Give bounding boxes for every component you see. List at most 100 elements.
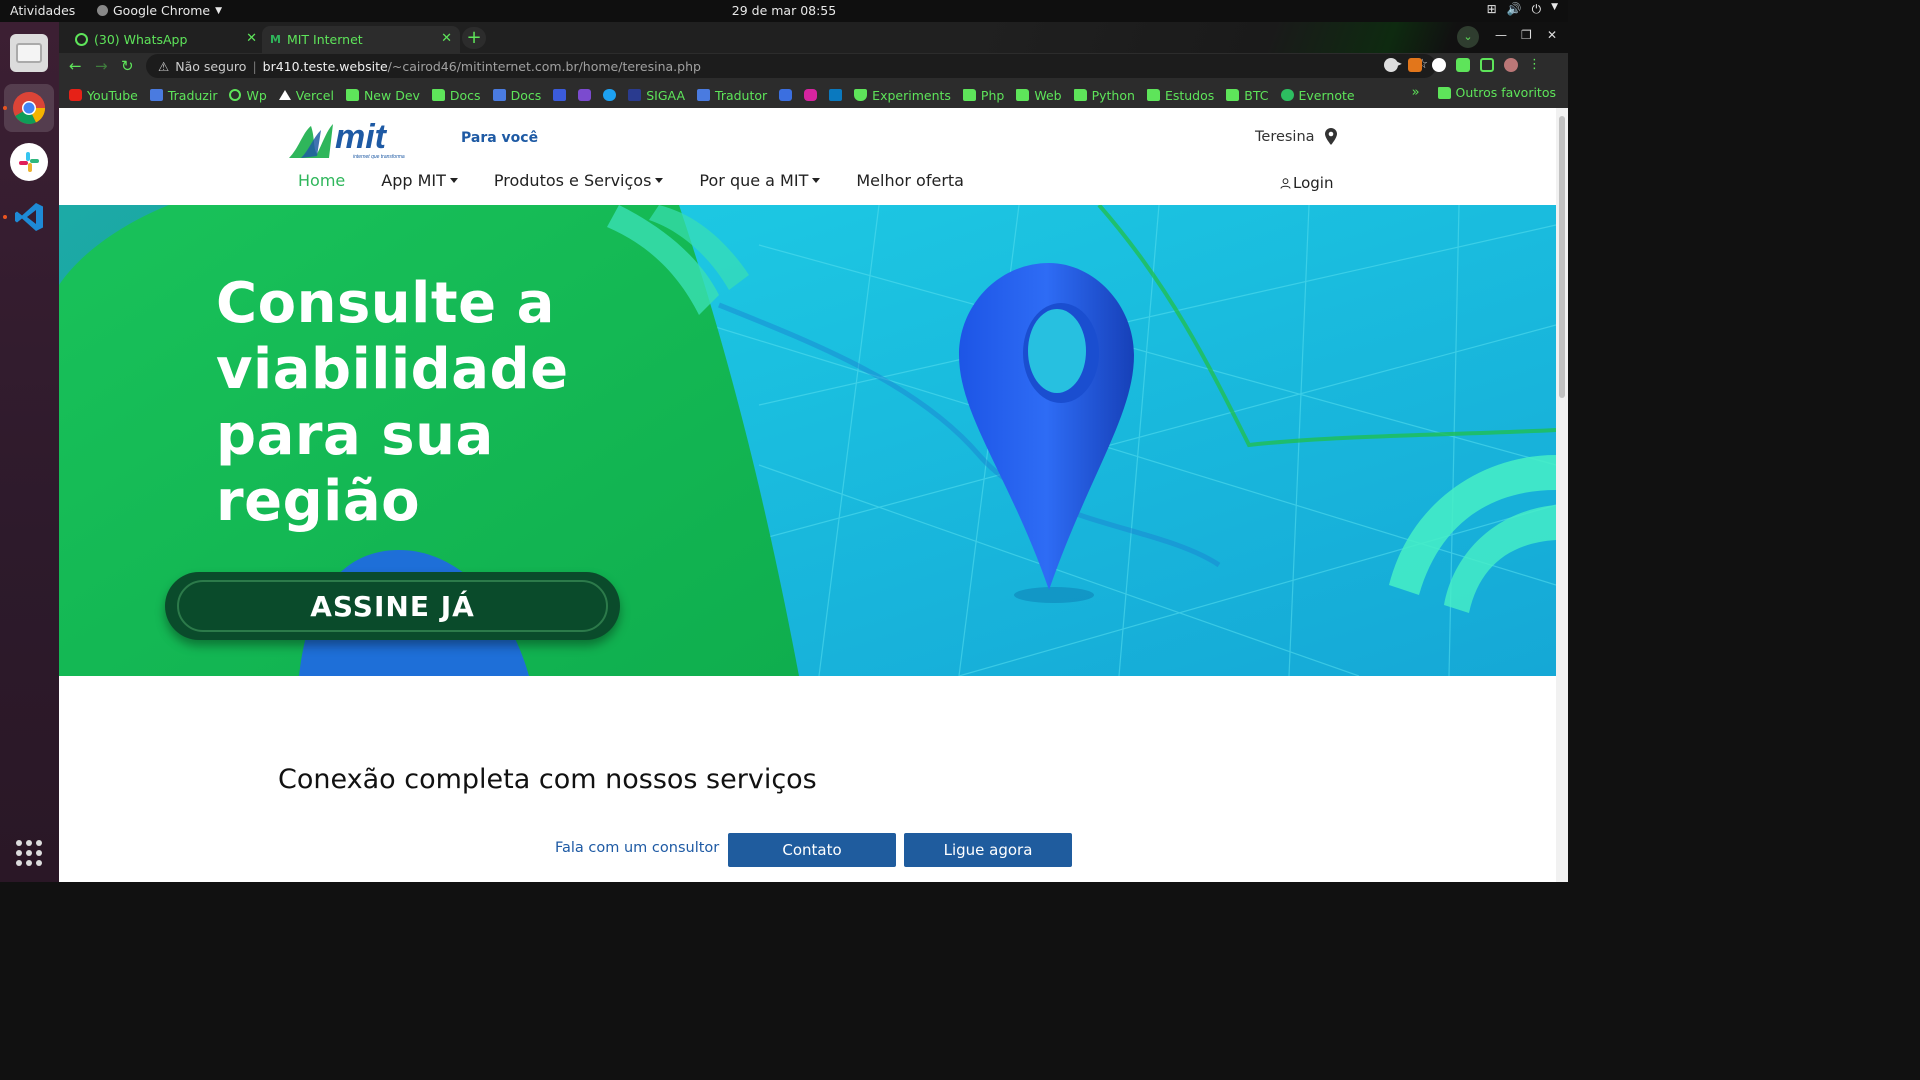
experiments-icon xyxy=(854,89,868,101)
address-bar[interactable]: ⚠ Não seguro | br410.teste.website/~cair… xyxy=(146,54,1436,78)
vscode-logo-icon xyxy=(15,203,43,231)
bookmark-label: New Dev xyxy=(363,87,420,103)
avatar[interactable] xyxy=(1504,58,1518,72)
clock[interactable]: 29 de mar 08:55 xyxy=(0,3,1568,18)
facebook-icon xyxy=(553,89,567,101)
folder-icon xyxy=(1016,89,1030,101)
bookmark-item[interactable]: New Dev xyxy=(345,87,420,103)
user-icon xyxy=(1280,177,1291,189)
bookmark-label: Tradutor xyxy=(715,87,768,103)
slack-app-icon[interactable] xyxy=(10,143,48,181)
hero-banner[interactable]: Consulte a viabilidade para sua região A… xyxy=(59,205,1556,676)
minimize-icon[interactable]: — xyxy=(1495,28,1507,42)
bookmark-item[interactable]: Tradutor xyxy=(697,88,767,103)
bookmark-item[interactable]: Traduzir xyxy=(149,87,218,103)
close-tab-icon[interactable]: ✕ xyxy=(441,31,452,46)
tab-search-button[interactable]: ⌄ xyxy=(1457,26,1479,48)
hero-line: viabilidade xyxy=(216,337,569,402)
back-button[interactable]: ← xyxy=(69,57,82,75)
scrollbar-thumb[interactable] xyxy=(1559,116,1565,398)
metamask-icon[interactable] xyxy=(1408,58,1422,72)
chrome-app-icon[interactable] xyxy=(10,89,48,127)
bookmark-item[interactable]: Docs xyxy=(492,88,541,103)
more-bookmarks-button[interactable]: » xyxy=(1412,85,1420,100)
mit-logo-mark: mit internet que transforma xyxy=(289,118,405,160)
maximize-icon[interactable]: ❐ xyxy=(1521,28,1532,42)
nav-produtos-label: Produtos e Serviços xyxy=(493,171,652,190)
bookmark-item[interactable] xyxy=(829,89,843,101)
nav-por-que-label: Por que a MIT xyxy=(699,171,809,190)
nav-produtos-servicos[interactable]: Produtos e Serviços xyxy=(494,171,664,190)
warning-icon: ⚠ xyxy=(158,58,170,74)
mit-logo[interactable]: mit internet que transforma xyxy=(287,118,423,162)
bookmark-item[interactable] xyxy=(804,89,818,101)
nav-app-mit-label: App MIT xyxy=(381,171,446,190)
bookmark-item[interactable]: Evernote xyxy=(1280,87,1355,103)
bookmark-item[interactable] xyxy=(553,89,567,101)
other-favorites-folder[interactable]: Outros favoritos xyxy=(1437,85,1556,100)
security-label[interactable]: Não seguro xyxy=(175,59,246,74)
extension-icon[interactable] xyxy=(1384,58,1398,72)
bookmark-item[interactable]: Docs xyxy=(431,88,481,103)
files-app-icon[interactable] xyxy=(10,34,48,72)
running-indicator xyxy=(3,106,7,110)
system-tray[interactable]: ⊞ 🔊 ⏻ ▼ xyxy=(1487,2,1558,17)
bookmark-label: Python xyxy=(1091,87,1135,103)
bookmark-item[interactable]: SIGAA xyxy=(628,88,685,103)
bookmark-item[interactable]: YouTube xyxy=(69,88,138,103)
close-tab-icon[interactable]: ✕ xyxy=(246,31,257,46)
puzzle-icon[interactable] xyxy=(1456,58,1470,72)
bookmark-label: Traduzir xyxy=(167,87,218,103)
section-title: Conexão completa com nossos serviços xyxy=(278,764,817,795)
bookmark-label: Web xyxy=(1034,87,1062,103)
bookmark-item[interactable]: BTC xyxy=(1226,87,1269,103)
close-window-icon[interactable]: ✕ xyxy=(1547,28,1557,42)
contato-button[interactable]: Contato xyxy=(728,833,896,867)
dock xyxy=(0,22,59,882)
bookmark-item[interactable]: Wp xyxy=(229,88,267,103)
new-tab-button[interactable]: + xyxy=(462,27,486,49)
folder-icon xyxy=(345,89,359,101)
bookmark-label: Php xyxy=(980,87,1005,103)
bookmark-item[interactable]: Estudos xyxy=(1146,88,1214,103)
bookmark-item[interactable] xyxy=(578,89,592,101)
show-applications-icon[interactable] xyxy=(16,840,42,866)
caret-down-icon: ▼ xyxy=(1551,2,1558,12)
tab-whatsapp[interactable]: (30) WhatsApp ✕ xyxy=(67,26,265,53)
assine-ja-label: ASSINE JÁ xyxy=(177,580,608,632)
page-scrollbar[interactable] xyxy=(1556,108,1568,882)
forward-button[interactable]: → xyxy=(95,57,108,75)
network-icon: ⊞ xyxy=(1486,2,1497,16)
docs-icon xyxy=(492,89,506,101)
logo-tagline: internet que transforma xyxy=(353,154,405,160)
nav-por-que-mit[interactable]: Por que a MIT xyxy=(699,171,821,190)
ligue-agora-button[interactable]: Ligue agora xyxy=(904,833,1072,867)
extension-icon[interactable] xyxy=(1432,58,1446,72)
bookmark-label: Evernote xyxy=(1298,87,1355,103)
login-label: Login xyxy=(1293,174,1334,192)
tab-mit-internet[interactable]: M MIT Internet ✕ xyxy=(262,26,460,53)
bookmark-item[interactable]: Python xyxy=(1073,87,1135,103)
main-nav: Home App MIT Produtos e Serviços Por que… xyxy=(298,171,964,190)
assine-ja-button[interactable]: ASSINE JÁ xyxy=(165,572,620,640)
bookmark-item[interactable] xyxy=(779,89,793,101)
login-link[interactable]: Login xyxy=(1280,174,1333,192)
bookmarks-bar: YouTube Traduzir Wp Vercel New Dev Docs Docs SI… xyxy=(59,82,1568,108)
sidepanel-icon[interactable] xyxy=(1480,58,1494,72)
vscode-app-icon[interactable] xyxy=(10,198,48,236)
bookmark-item[interactable]: Vercel xyxy=(278,88,334,103)
reload-button[interactable]: ↻ xyxy=(121,57,134,75)
bookmark-label: BTC xyxy=(1244,87,1269,103)
city-selector[interactable]: Teresina xyxy=(1255,128,1337,145)
bookmark-label: YouTube xyxy=(87,87,138,103)
bookmark-item[interactable]: Php xyxy=(962,87,1005,103)
bookmark-item[interactable]: Web xyxy=(1016,87,1062,103)
bookmark-item[interactable] xyxy=(603,89,617,101)
segment-link-para-voce[interactable]: Para você xyxy=(461,130,538,146)
more-menu-icon[interactable]: ⋮ xyxy=(1528,58,1541,72)
nav-home[interactable]: Home xyxy=(298,171,345,190)
nav-app-mit[interactable]: App MIT xyxy=(381,171,458,190)
other-favorites-label: Outros favoritos xyxy=(1455,85,1556,100)
nav-melhor-oferta[interactable]: Melhor oferta xyxy=(856,171,964,190)
bookmark-item[interactable]: Experiments xyxy=(854,88,951,103)
